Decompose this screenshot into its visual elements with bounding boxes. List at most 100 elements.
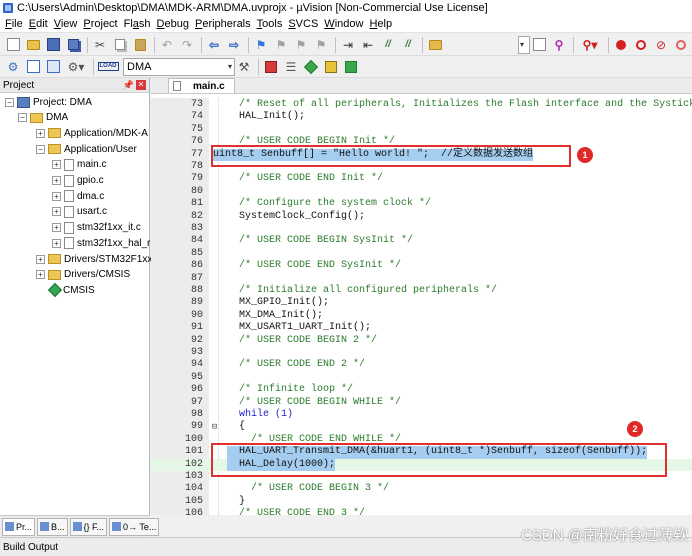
find-combo-dropdown[interactable]: ▾ <box>518 35 530 54</box>
bookmark-next-button[interactable]: ⚑ <box>292 36 310 54</box>
build-toolbar: ⚙ ⚙▾ LOAD DMA ▾ ⚒ ☰ <box>0 56 692 78</box>
navigate-back-button[interactable]: ⇦ <box>205 36 223 54</box>
bookmark-clear-button[interactable]: ⚑ <box>312 36 330 54</box>
redo-button[interactable]: ↷ <box>178 36 196 54</box>
menu-view[interactable]: View <box>53 18 83 30</box>
build-output-label[interactable]: Build Output <box>3 542 58 553</box>
select-packs-button[interactable] <box>322 58 340 76</box>
panel-tab[interactable]: {} F... <box>69 517 108 536</box>
menu-edit[interactable]: Edit <box>28 18 53 30</box>
tree-item[interactable]: + main.c <box>52 157 106 173</box>
file-extensions-button[interactable]: ☰ <box>282 58 300 76</box>
code-line: 87 <box>151 273 692 285</box>
expand-icon[interactable]: + <box>52 238 61 248</box>
tree-item[interactable]: + usart.c <box>52 204 107 220</box>
menu-debug[interactable]: Debug <box>156 18 194 30</box>
tree-item[interactable]: + gpio.c <box>52 173 104 189</box>
expand-icon[interactable]: + <box>52 223 61 233</box>
manage-run-time-env-button[interactable] <box>302 58 320 76</box>
code-text: MX_USART1_UART_Init(); <box>227 322 372 334</box>
expand-icon[interactable]: + <box>52 176 61 185</box>
download-button[interactable]: LOAD <box>97 58 119 76</box>
tree-item[interactable]: + Application/MDK-A <box>36 125 148 141</box>
cut-button[interactable]: ✂ <box>91 36 109 54</box>
bookmark-clear-icon: ⚑ <box>315 37 327 52</box>
undo-button[interactable]: ↶ <box>158 36 176 54</box>
pin-icon[interactable]: 📌 <box>123 80 134 91</box>
batch-build-button[interactable]: ⚙▾ <box>64 58 88 76</box>
panel-tab[interactable]: 0→ Te... <box>109 517 160 536</box>
insert-breakpoint-button[interactable] <box>612 36 630 54</box>
copy-button[interactable] <box>111 36 129 54</box>
tree-item[interactable]: + Drivers/CMSIS <box>36 267 130 283</box>
tree-item[interactable]: − Project: DMA <box>5 94 92 110</box>
pack-installer-button[interactable] <box>342 58 360 76</box>
expand-icon[interactable]: + <box>52 160 61 170</box>
toolbar-separator <box>93 58 94 75</box>
find-doc-icon <box>532 38 546 51</box>
disable-breakpoints-button[interactable]: ⊘ <box>652 36 670 54</box>
debug-session-button[interactable]: ⚲▾ <box>577 36 603 54</box>
tree-item[interactable]: + dma.c <box>52 188 104 204</box>
collapse-icon[interactable]: − <box>36 144 45 154</box>
menu-tools[interactable]: Tools <box>256 18 288 30</box>
tree-item[interactable]: + stm32f1xx_it.c <box>52 220 141 236</box>
new-file-button[interactable] <box>4 36 22 54</box>
line-number: 86 <box>190 260 203 272</box>
collapse-icon[interactable]: − <box>18 113 27 123</box>
indent-button[interactable]: ⇥ <box>339 36 357 54</box>
find-in-files-button[interactable] <box>426 36 444 54</box>
panel-tab[interactable]: Pr... <box>2 517 36 536</box>
translate-button[interactable]: ⚙ <box>4 58 22 76</box>
rebuild-button[interactable] <box>44 58 62 76</box>
enable-breakpoint-button[interactable] <box>632 36 650 54</box>
paste-button[interactable] <box>131 36 149 54</box>
expand-icon[interactable]: + <box>36 270 45 280</box>
menu-label-part: sh <box>138 18 151 30</box>
tree-item[interactable]: CMSIS <box>36 282 95 298</box>
menu-window[interactable]: Window <box>323 18 368 30</box>
uncomment-button[interactable]: // <box>399 36 417 54</box>
kill-breakpoints-button[interactable] <box>672 36 690 54</box>
menu-flash[interactable]: Flash <box>123 18 156 30</box>
menu-peripherals[interactable]: Peripherals <box>194 18 256 30</box>
line-number: 103 <box>184 471 203 482</box>
build-button[interactable] <box>24 58 42 76</box>
bookmark-toggle-button[interactable]: ⚑ <box>252 36 270 54</box>
expand-icon[interactable]: + <box>52 191 61 201</box>
navigate-forward-button[interactable]: ⇨ <box>225 36 243 54</box>
save-all-button[interactable] <box>64 36 82 54</box>
save-button[interactable] <box>44 36 62 54</box>
find-in-files-icon <box>428 39 442 50</box>
menu-project[interactable]: Project <box>82 18 122 30</box>
tree-item[interactable]: − Application/User <box>36 141 137 157</box>
tree-item[interactable]: − DMA <box>18 110 68 126</box>
fold-toggle-icon[interactable]: ⊟ <box>211 421 218 433</box>
copy-icon <box>115 39 125 50</box>
bookmark-flag-icon: ⚑ <box>255 37 267 52</box>
expand-icon[interactable]: + <box>36 128 45 138</box>
unindent-button[interactable]: ⇤ <box>359 36 377 54</box>
tree-item[interactable]: + Drivers/STM32F1xx_ <box>36 251 158 267</box>
panel-tab[interactable]: B... <box>37 517 68 536</box>
target-select[interactable]: DMA ▾ <box>123 57 235 76</box>
target-options-button[interactable]: ⚒ <box>235 58 253 76</box>
editor-tab-main-c[interactable]: main.c <box>168 78 235 93</box>
comment-button[interactable]: // <box>379 36 397 54</box>
panel-tab-label: {} F... <box>83 521 105 532</box>
tree-item[interactable]: + stm32f1xx_hal_r <box>52 235 150 251</box>
menu-svcs[interactable]: SVCS <box>287 18 323 30</box>
menu-file[interactable]: File <box>4 18 28 30</box>
expand-icon[interactable]: + <box>36 254 45 264</box>
incremental-find-button[interactable] <box>530 36 548 54</box>
bookmark-prev-button[interactable]: ⚑ <box>272 36 290 54</box>
collapse-icon[interactable]: − <box>5 97 14 107</box>
find-button[interactable]: ⚲ <box>550 36 568 54</box>
open-file-button[interactable] <box>24 36 42 54</box>
expand-icon[interactable]: + <box>52 207 61 217</box>
menu-bar: File Edit View Project Flash Debug Peripherals… <box>0 16 692 33</box>
menu-help[interactable]: Help <box>368 18 397 30</box>
panel-tab-icon <box>72 522 82 531</box>
manage-project-items-button[interactable] <box>262 58 280 76</box>
close-icon[interactable]: ✕ <box>136 80 146 90</box>
